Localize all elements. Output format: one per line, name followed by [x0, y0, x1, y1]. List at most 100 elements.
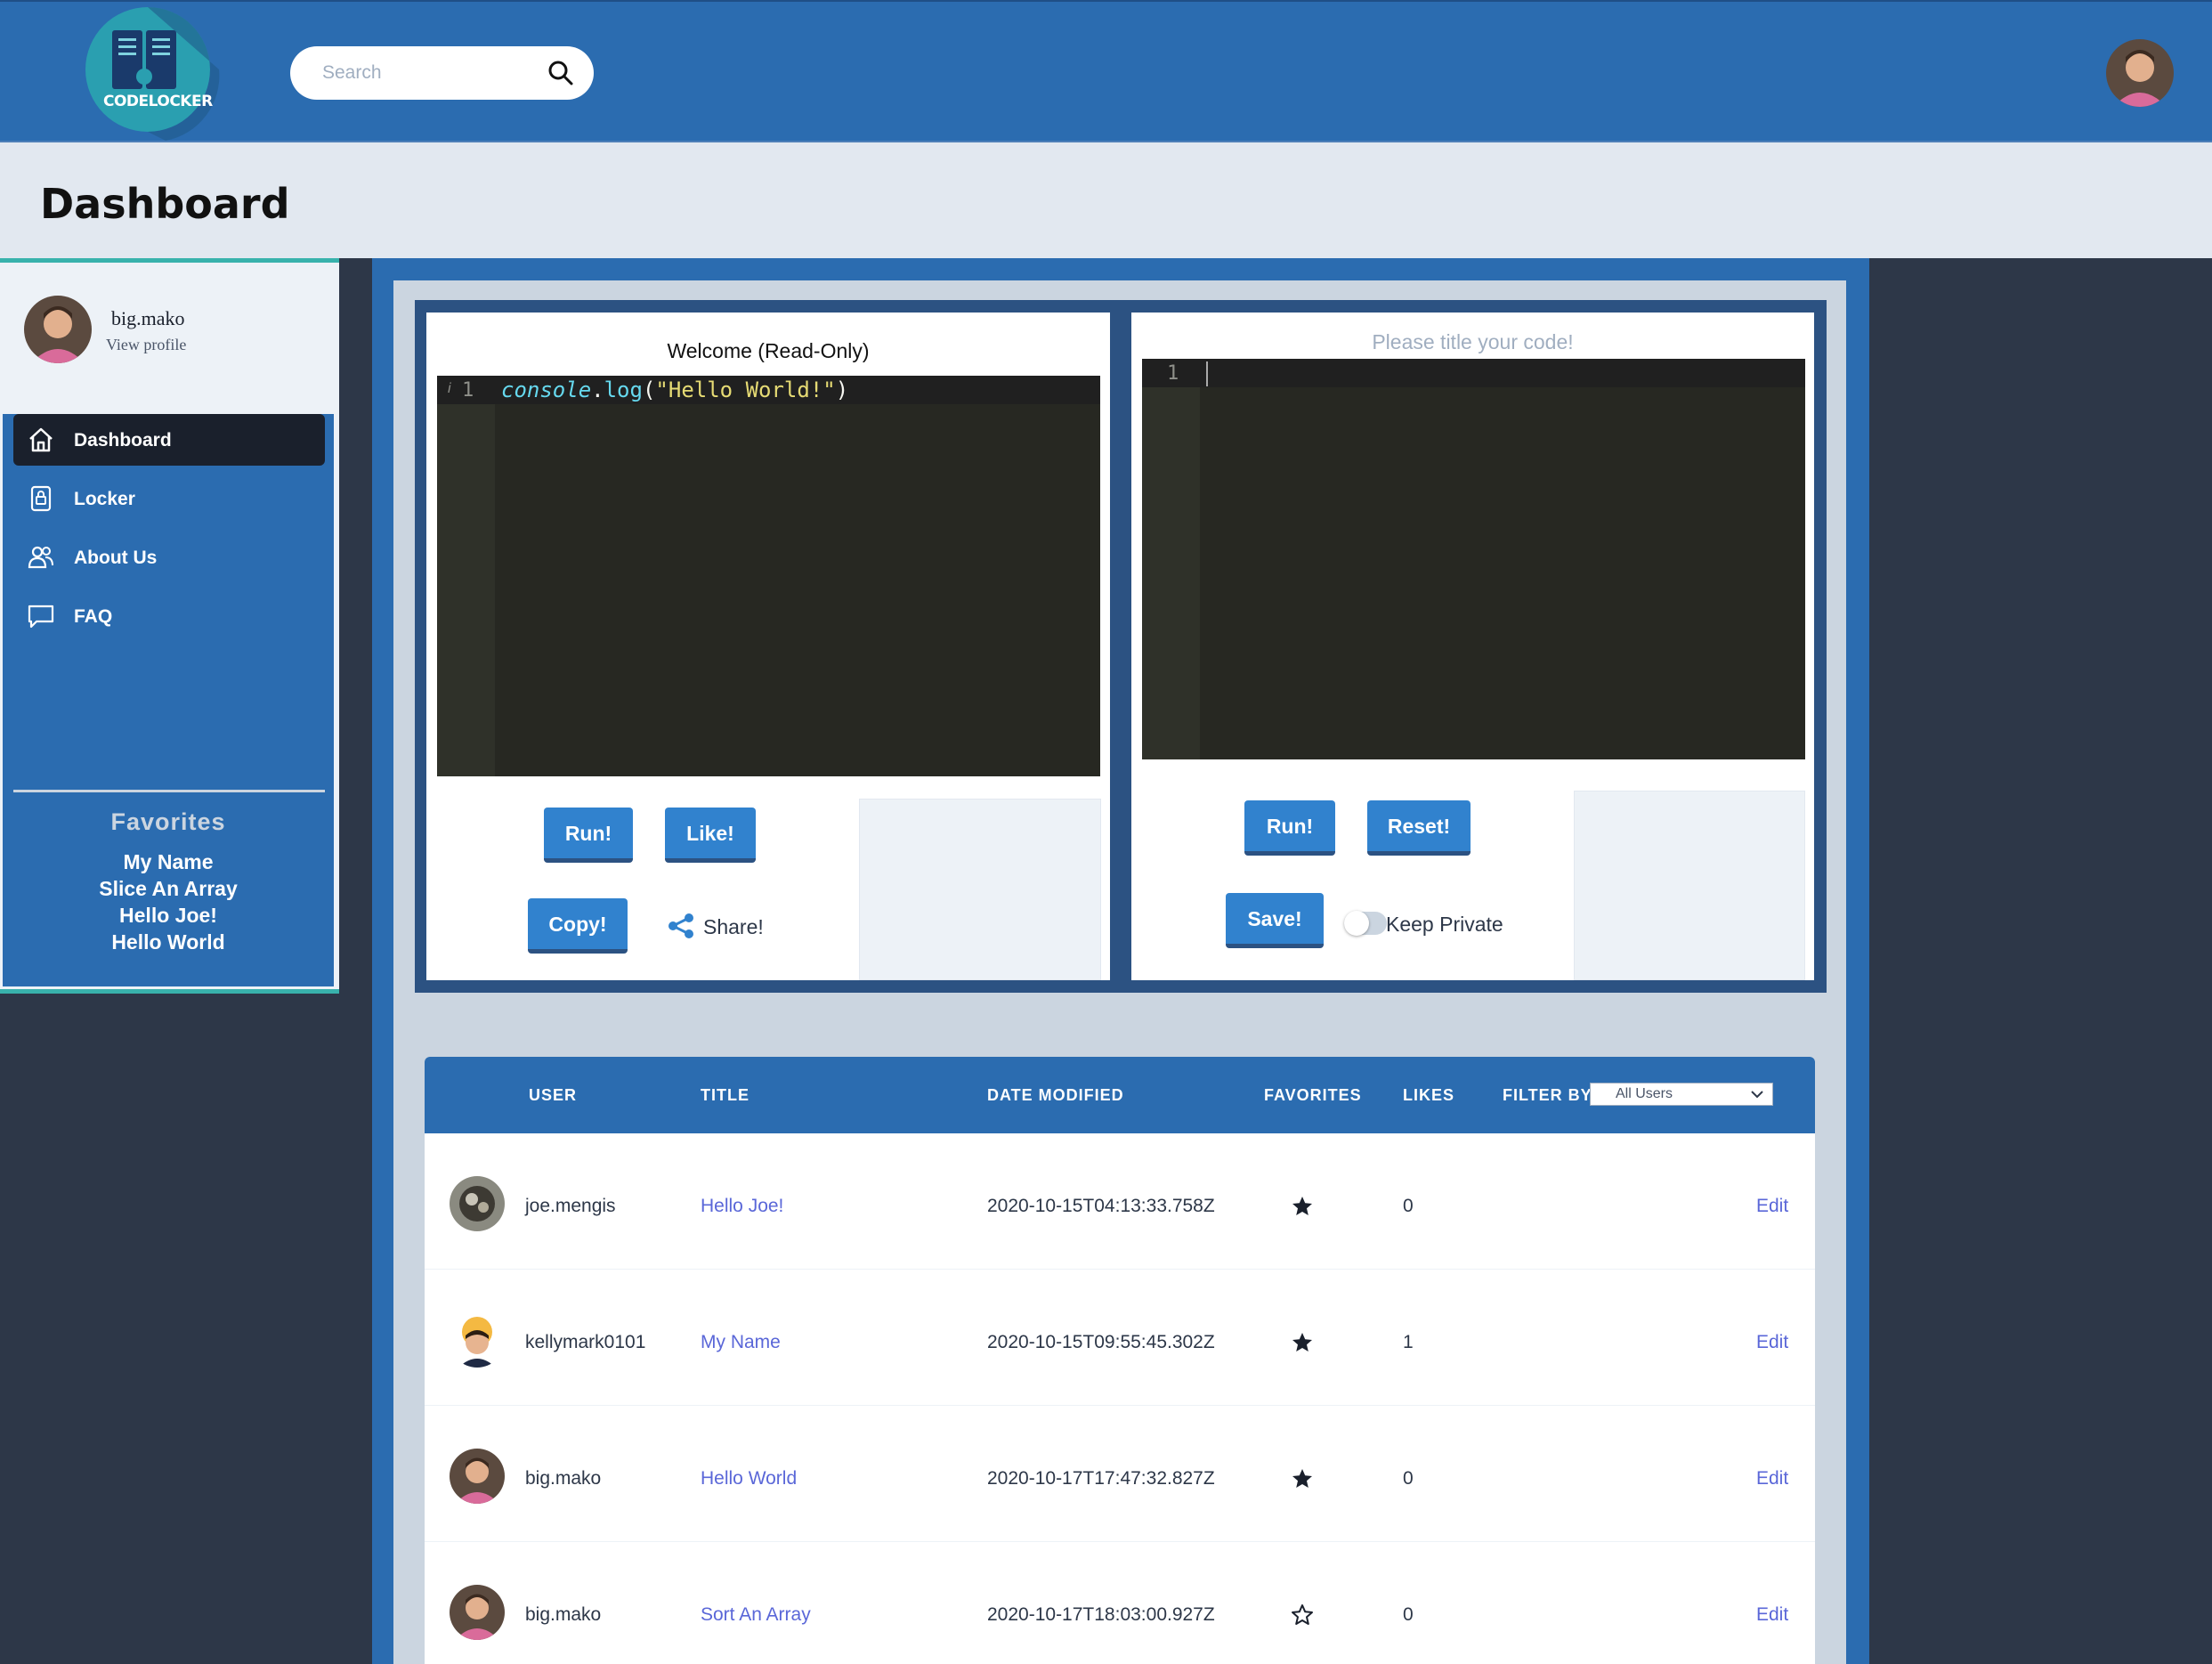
- chat-icon: [28, 603, 54, 629]
- table-row[interactable]: kellymark0101 My Name 2020-10-15T09:55:4…: [425, 1270, 1815, 1406]
- lock-icon: [28, 485, 54, 512]
- row-likes: 0: [1403, 1468, 1414, 1489]
- row-likes: 1: [1403, 1332, 1414, 1352]
- filter-select[interactable]: All Users: [1590, 1083, 1773, 1106]
- column-header-date[interactable]: DATE MODIFIED: [987, 1086, 1124, 1105]
- editor-gutter: [437, 376, 495, 776]
- share-icon[interactable]: [667, 913, 695, 939]
- table-row[interactable]: joe.mengis Hello Joe! 2020-10-15T04:13:3…: [425, 1133, 1815, 1270]
- code-table: USER TITLE DATE MODIFIED FAVORITES LIKES…: [425, 1057, 1815, 1664]
- column-header-user[interactable]: USER: [529, 1086, 577, 1105]
- search-icon[interactable]: [547, 60, 574, 86]
- divider: [13, 790, 325, 792]
- edit-link[interactable]: Edit: [1756, 1468, 1788, 1489]
- editor-title: Welcome (Read-Only): [667, 339, 870, 362]
- star-outline-icon[interactable]: [1291, 1603, 1314, 1627]
- run-button[interactable]: Run!: [1244, 800, 1335, 856]
- star-filled-icon[interactable]: [1291, 1467, 1314, 1490]
- view-profile-link[interactable]: View profile: [106, 336, 186, 354]
- logo-text: CODELOCKER: [103, 93, 213, 110]
- output-panel: [859, 799, 1101, 980]
- output-panel: [1574, 791, 1805, 980]
- codelocker-logo[interactable]: CODELOCKER: [85, 7, 228, 142]
- reset-button[interactable]: Reset!: [1367, 800, 1471, 856]
- favorite-link[interactable]: Hello World: [3, 930, 334, 954]
- avatar[interactable]: [450, 1585, 505, 1640]
- avatar[interactable]: [450, 1449, 505, 1504]
- code-token: log: [604, 377, 643, 402]
- row-date: 2020-10-15T09:55:45.302Z: [987, 1332, 1215, 1352]
- row-title-link[interactable]: Hello World: [701, 1468, 797, 1489]
- user-avatar[interactable]: [2106, 39, 2174, 107]
- copy-button[interactable]: Copy!: [528, 898, 628, 954]
- code-editor[interactable]: 1: [1142, 359, 1805, 759]
- share-link[interactable]: Share!: [703, 915, 764, 939]
- avatar[interactable]: [450, 1176, 505, 1231]
- column-header-likes[interactable]: LIKES: [1403, 1086, 1454, 1105]
- sidebar-item-label: FAQ: [74, 606, 113, 627]
- row-title-link[interactable]: Hello Joe!: [701, 1196, 783, 1217]
- code-line: console.log("Hello World!"): [501, 377, 848, 402]
- keep-private-toggle[interactable]: [1344, 911, 1387, 936]
- read-only-editor-card: Welcome (Read-Only) i 1 console.log("Hel…: [426, 313, 1110, 980]
- favorites-heading: Favorites: [110, 808, 226, 835]
- edit-link[interactable]: Edit: [1756, 1604, 1788, 1626]
- chevron-down-icon: [1751, 1091, 1763, 1099]
- main-panel: Welcome (Read-Only) i 1 console.log("Hel…: [393, 280, 1846, 1664]
- keep-private-label: Keep Private: [1386, 913, 1503, 936]
- text-cursor: [1206, 361, 1208, 386]
- edit-link[interactable]: Edit: [1756, 1332, 1788, 1353]
- code-title-input[interactable]: Please title your code!: [1131, 330, 1814, 354]
- code-token: console: [501, 377, 592, 402]
- run-button[interactable]: Run!: [544, 808, 633, 863]
- star-filled-icon[interactable]: [1291, 1195, 1314, 1218]
- row-date: 2020-10-17T18:03:00.927Z: [987, 1604, 1215, 1625]
- search-input[interactable]: Search: [322, 62, 382, 84]
- star-filled-icon[interactable]: [1291, 1331, 1314, 1354]
- column-header-favorites[interactable]: FAVORITES: [1264, 1086, 1362, 1105]
- avatar[interactable]: [450, 1312, 505, 1368]
- new-code-editor-card: Please title your code! 1 Run! Reset! Sa…: [1131, 313, 1814, 980]
- page-header: Dashboard: [0, 142, 2212, 258]
- active-line: [1142, 359, 1805, 387]
- avatar[interactable]: [24, 296, 92, 363]
- sidebar-item-label: Dashboard: [74, 430, 172, 450]
- row-user: big.mako: [525, 1468, 602, 1489]
- row-title-link[interactable]: Sort An Array: [701, 1604, 811, 1626]
- sidebar-item-about-us[interactable]: About Us: [13, 532, 325, 583]
- edit-link[interactable]: Edit: [1756, 1196, 1788, 1217]
- profile-card: big.mako View profile: [0, 263, 339, 414]
- favorite-link[interactable]: Slice An Array: [3, 877, 334, 901]
- sidebar-item-faq[interactable]: FAQ: [13, 590, 325, 642]
- save-button[interactable]: Save!: [1226, 893, 1324, 948]
- row-user: joe.mengis: [525, 1196, 616, 1216]
- code-token: "Hello World!": [655, 377, 836, 402]
- users-icon: [28, 544, 54, 571]
- sidebar-item-dashboard[interactable]: Dashboard: [13, 414, 325, 466]
- top-header: CODELOCKER Search: [0, 0, 2212, 142]
- column-header-title[interactable]: TITLE: [701, 1086, 749, 1105]
- code-editor-readonly[interactable]: i 1 console.log("Hello World!"): [437, 376, 1100, 776]
- sidebar-item-label: Locker: [74, 489, 135, 509]
- toggle-knob: [1344, 911, 1369, 936]
- row-title-link[interactable]: My Name: [701, 1332, 781, 1353]
- row-user: kellymark0101: [525, 1332, 646, 1352]
- editors-container: Welcome (Read-Only) i 1 console.log("Hel…: [415, 300, 1827, 993]
- table-row[interactable]: big.mako Hello World 2020-10-17T17:47:32…: [425, 1406, 1815, 1542]
- code-token: ): [835, 377, 849, 402]
- table-row[interactable]: big.mako Sort An Array 2020-10-17T18:03:…: [425, 1542, 1815, 1664]
- row-date: 2020-10-15T04:13:33.758Z: [987, 1196, 1215, 1216]
- page-title: Dashboard: [40, 180, 290, 228]
- favorite-link[interactable]: My Name: [3, 850, 334, 874]
- favorite-link[interactable]: Hello Joe!: [3, 904, 334, 928]
- table-header: USER TITLE DATE MODIFIED FAVORITES LIKES…: [425, 1057, 1815, 1133]
- profile-name: big.mako: [111, 307, 185, 329]
- like-button[interactable]: Like!: [665, 808, 756, 863]
- row-user: big.mako: [525, 1604, 602, 1625]
- editor-gutter: [1142, 359, 1200, 759]
- sidebar-item-locker[interactable]: Locker: [13, 473, 325, 524]
- row-likes: 0: [1403, 1604, 1414, 1625]
- line-number: 1: [462, 379, 474, 402]
- main-content: Welcome (Read-Only) i 1 console.log("Hel…: [372, 258, 1869, 1664]
- search-box[interactable]: Search: [290, 46, 594, 100]
